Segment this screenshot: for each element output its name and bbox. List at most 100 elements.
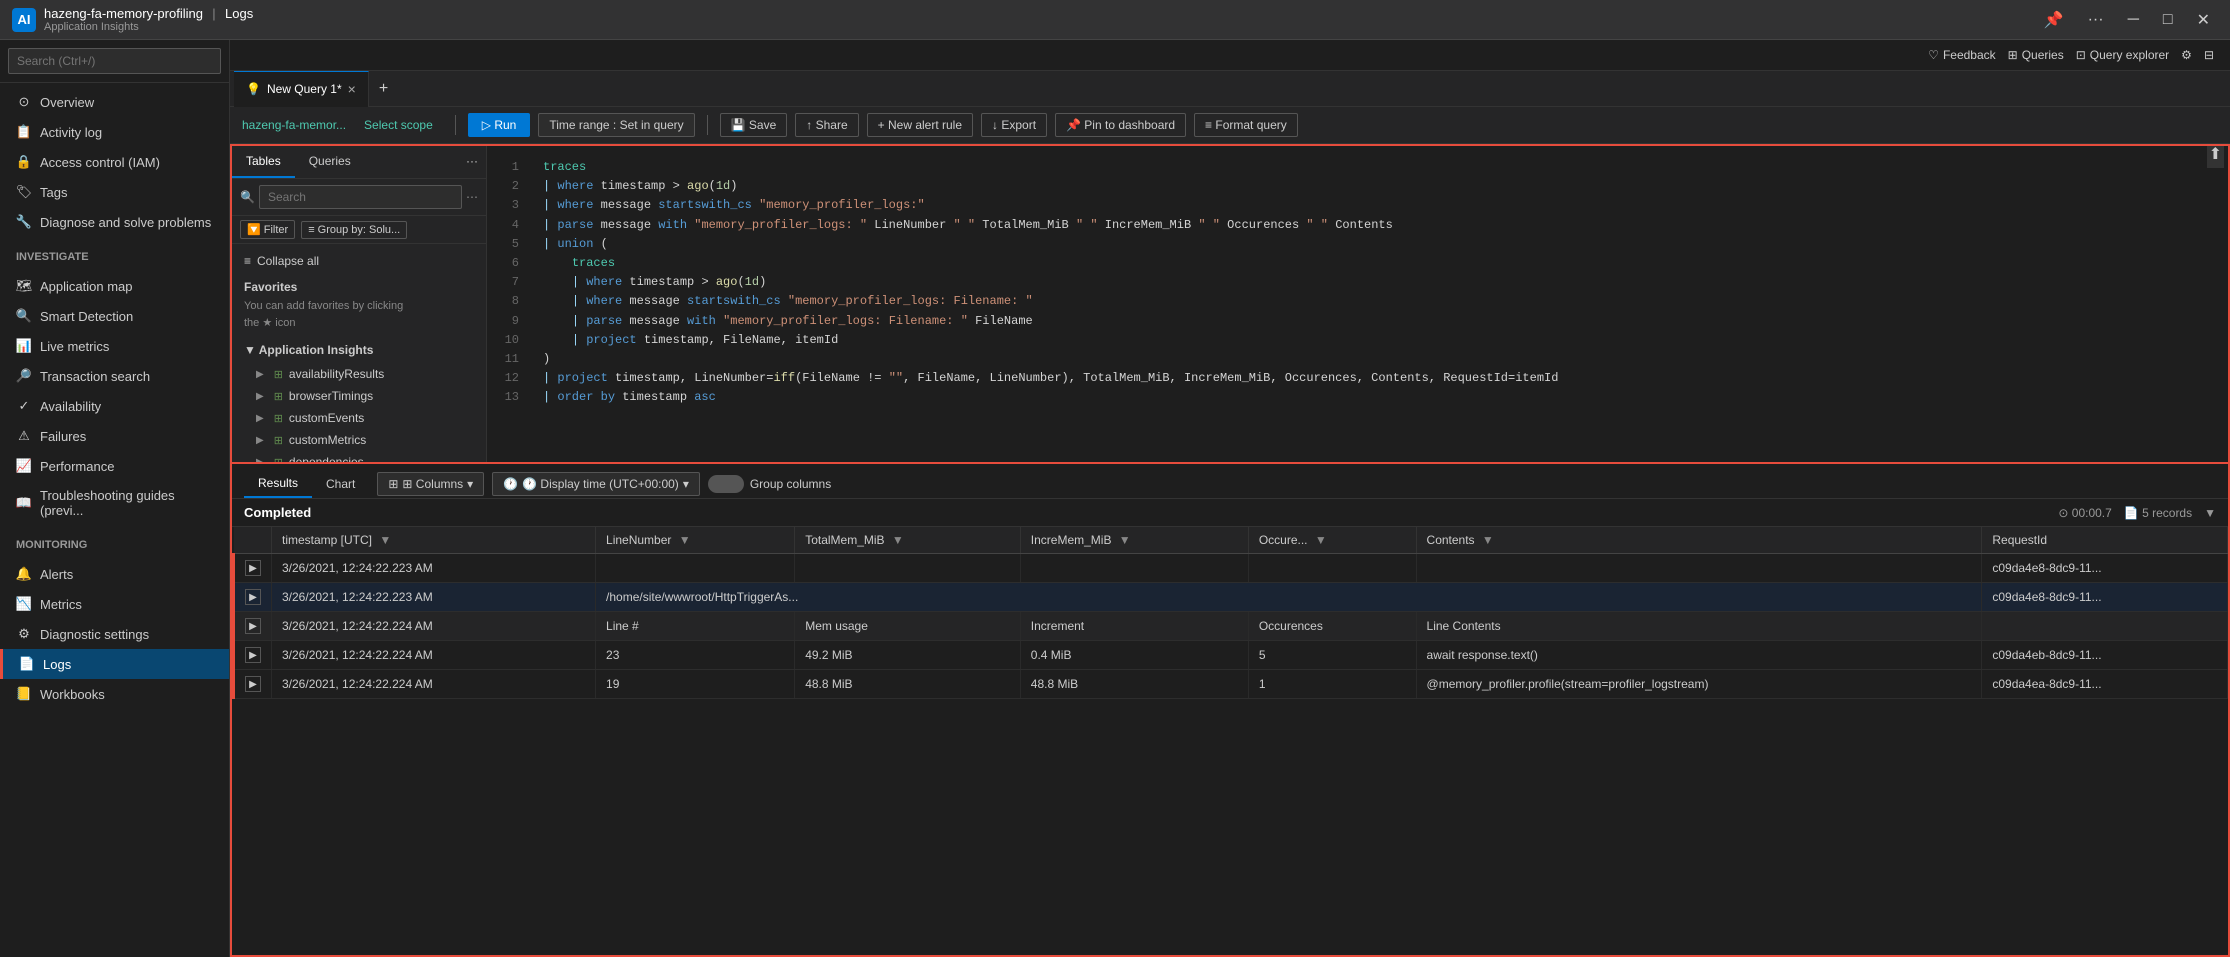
query-tab-1[interactable]: 💡 New Query 1* × xyxy=(234,71,369,107)
app-layout: ⊙ Overview 📋 Activity log 🔒 Access contr… xyxy=(0,40,2230,957)
close-button[interactable]: ✕ xyxy=(2189,6,2218,34)
sidebar-item-availability[interactable]: ✓ Availability xyxy=(0,391,229,421)
collapse-icon: ≡ xyxy=(244,254,251,268)
sidebar-item-overview[interactable]: ⊙ Overview xyxy=(0,87,229,117)
col-increMem[interactable]: IncreMem_MiB ▼ xyxy=(1020,527,1248,554)
record-count: 📄 5 records xyxy=(2124,506,2192,520)
col-timestamp[interactable]: timestamp [UTC] ▼ xyxy=(272,527,596,554)
format-query-button[interactable]: ≡ Format query xyxy=(1194,113,1298,137)
query-editor[interactable]: 12345678910111213 traces | where timesta… xyxy=(487,146,2228,462)
sidebar-item-logs[interactable]: 📄 Logs xyxy=(0,649,229,679)
sidebar-item-live-metrics[interactable]: 📊 Live metrics xyxy=(0,331,229,361)
sidebar-item-application-map[interactable]: 🗺 Application map xyxy=(0,271,229,301)
run-button[interactable]: ▷ Run xyxy=(468,113,531,137)
resource-label[interactable]: hazeng-fa-memor... xyxy=(242,118,346,132)
row-expand-button[interactable]: ▶ xyxy=(245,676,261,692)
pin-button[interactable]: 📌 xyxy=(2036,6,2072,34)
export-button[interactable]: ↓ Export xyxy=(981,113,1047,137)
results-tab-results[interactable]: Results xyxy=(244,470,312,498)
settings-button[interactable]: ⚙ xyxy=(2181,48,2192,62)
schema-tab-tables[interactable]: Tables xyxy=(232,146,295,178)
col-contents[interactable]: Contents ▼ xyxy=(1416,527,1982,554)
feedback-button[interactable]: ♡ Feedback xyxy=(1928,48,1995,62)
schema-filter-button[interactable]: 🔽 Filter xyxy=(240,220,295,239)
layout-button[interactable]: ⊟ xyxy=(2204,48,2214,62)
sidebar-search-input[interactable] xyxy=(8,48,221,74)
col-requestId[interactable]: RequestId xyxy=(1982,527,2228,554)
table-arrow: ▶ xyxy=(256,435,264,446)
share-button[interactable]: ↑ Share xyxy=(795,113,858,137)
table-dependencies[interactable]: ▶ ⊞ dependencies xyxy=(232,451,486,462)
schema-search-container: 🔍 ⋯ xyxy=(232,179,486,216)
save-button[interactable]: 💾 Save xyxy=(720,113,788,137)
schema-tab-more[interactable]: ··· xyxy=(458,146,486,178)
results-area: Results Chart ⊞ ⊞ Columns ▾ 🕐 🕐 Display … xyxy=(230,464,2230,957)
sidebar-item-diagnose[interactable]: 🔧 Diagnose and solve problems xyxy=(0,207,229,237)
columns-button[interactable]: ⊞ ⊞ Columns ▾ xyxy=(377,472,484,496)
row-timestamp: 3/26/2021, 12:24:22.223 AM xyxy=(272,583,596,612)
queries-button[interactable]: ⊞ Queries xyxy=(2008,48,2064,62)
investigate-nav-section: 🗺 Application map 🔍 Smart Detection 📊 Li… xyxy=(0,267,229,529)
sidebar-item-failures[interactable]: ⚠ Failures xyxy=(0,421,229,451)
expand-collapse-button[interactable]: ⬆ xyxy=(2207,146,2224,168)
row-increMem xyxy=(1020,554,1248,583)
more-button[interactable]: ··· xyxy=(2080,7,2112,33)
table-name: browserTimings xyxy=(289,389,373,403)
sidebar-item-troubleshooting[interactable]: 📖 Troubleshooting guides (previ... xyxy=(0,481,229,525)
contents-filter-icon[interactable]: ▼ xyxy=(1482,533,1494,547)
minimize-button[interactable]: ─ xyxy=(2120,7,2147,33)
row-expand-button[interactable]: ▶ xyxy=(245,560,261,576)
new-alert-button[interactable]: + New alert rule xyxy=(867,113,973,137)
sidebar-item-access-control[interactable]: 🔒 Access control (IAM) xyxy=(0,147,229,177)
application-map-label: Application map xyxy=(40,279,133,294)
schema-more-icon[interactable]: ⋯ xyxy=(466,190,478,204)
query-explorer-button[interactable]: ⊡ Query explorer xyxy=(2076,48,2169,62)
sidebar-item-metrics[interactable]: 📉 Metrics xyxy=(0,589,229,619)
schema-group-by-button[interactable]: ≡ Group by: Solu... xyxy=(301,221,407,239)
sidebar-item-tags[interactable]: 🏷 Tags xyxy=(0,177,229,207)
results-table-container[interactable]: timestamp [UTC] ▼ LineNumber ▼ TotalMem_… xyxy=(232,527,2228,955)
maximize-button[interactable]: □ xyxy=(2155,7,2181,33)
schema-tab-queries[interactable]: Queries xyxy=(295,146,365,178)
editor-results-container: Tables Queries ··· 🔍 ⋯ 🔽 Filter ≡ Group … xyxy=(230,144,2230,957)
sidebar-item-diagnostic-settings[interactable]: ⚙ Diagnostic settings xyxy=(0,619,229,649)
increMem-filter-icon[interactable]: ▼ xyxy=(1119,533,1131,547)
app-insights-section-header[interactable]: ▼ Application Insights xyxy=(232,337,486,363)
table-customMetrics[interactable]: ▶ ⊞ customMetrics xyxy=(232,429,486,451)
main-nav-section: ⊙ Overview 📋 Activity log 🔒 Access contr… xyxy=(0,83,229,241)
col-totalMem[interactable]: TotalMem_MiB ▼ xyxy=(795,527,1021,554)
occurrences-filter-icon[interactable]: ▼ xyxy=(1315,533,1327,547)
table-availabilityResults[interactable]: ▶ ⊞ availabilityResults xyxy=(232,363,486,385)
code-content[interactable]: traces | where timestamp > ago(1d) | whe… xyxy=(535,146,2228,419)
lineNumber-filter-icon[interactable]: ▼ xyxy=(679,533,691,547)
col-occurrences[interactable]: Occure... ▼ xyxy=(1248,527,1416,554)
row-expand-button[interactable]: ▶ xyxy=(245,589,261,605)
sidebar-item-performance[interactable]: 📈 Performance xyxy=(0,451,229,481)
collapse-all-button[interactable]: ≡ Collapse all xyxy=(232,248,486,274)
group-columns-toggle[interactable] xyxy=(708,475,744,493)
display-time-button[interactable]: 🕐 🕐 Display time (UTC+00:00) ▾ xyxy=(492,472,700,496)
sidebar-item-transaction-search[interactable]: 🔎 Transaction search xyxy=(0,361,229,391)
table-customEvents[interactable]: ▶ ⊞ customEvents xyxy=(232,407,486,429)
expand-all-button[interactable]: ▼ xyxy=(2204,506,2216,520)
sidebar-item-alerts[interactable]: 🔔 Alerts xyxy=(0,559,229,589)
select-scope-button[interactable]: Select scope xyxy=(354,114,443,136)
timestamp-filter-icon[interactable]: ▼ xyxy=(379,533,391,547)
pin-dashboard-button[interactable]: 📌 Pin to dashboard xyxy=(1055,113,1186,137)
row-expand-button[interactable]: ▶ xyxy=(245,618,261,634)
add-tab-button[interactable]: + xyxy=(369,74,398,104)
col-lineNumber[interactable]: LineNumber ▼ xyxy=(596,527,795,554)
table-arrow: ▶ xyxy=(256,413,264,424)
table-browserTimings[interactable]: ▶ ⊞ browserTimings xyxy=(232,385,486,407)
sidebar-item-smart-detection[interactable]: 🔍 Smart Detection xyxy=(0,301,229,331)
time-range-button[interactable]: Time range : Set in query xyxy=(538,113,694,137)
totalMem-filter-icon[interactable]: ▼ xyxy=(892,533,904,547)
sidebar-item-workbooks[interactable]: 📒 Workbooks xyxy=(0,679,229,709)
results-tab-chart[interactable]: Chart xyxy=(312,471,369,497)
sidebar-item-activity-log[interactable]: 📋 Activity log xyxy=(0,117,229,147)
schema-search-input[interactable] xyxy=(259,185,462,209)
row-expand-button[interactable]: ▶ xyxy=(245,647,261,663)
transaction-search-icon: 🔎 xyxy=(16,368,32,384)
tab-close-icon[interactable]: × xyxy=(348,81,356,97)
alerts-label: Alerts xyxy=(40,567,73,582)
